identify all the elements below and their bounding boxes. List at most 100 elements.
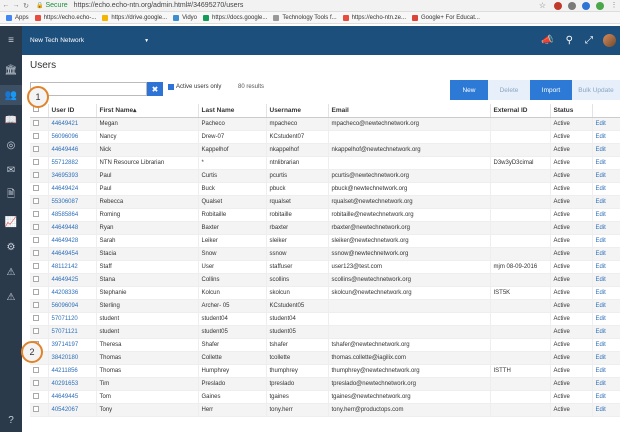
row-checkbox[interactable] (33, 327, 39, 334)
row-select-cell[interactable] (30, 364, 49, 378)
row-select-cell[interactable] (30, 247, 49, 261)
table-row[interactable]: 56096096 Nancy Drew-07 KCstudent07 Active Edi… (30, 130, 620, 144)
cell-user-id[interactable]: 44649421 (48, 117, 97, 131)
bookmark-star-icon[interactable]: ☆ (539, 1, 546, 10)
cell-user-id[interactable]: 55712882 (48, 156, 97, 170)
row-checkbox[interactable] (33, 288, 39, 295)
cell-user-id[interactable]: 44649424 (48, 182, 97, 196)
bookmark-docs[interactable]: https://docs.google... (203, 14, 267, 21)
cell-user-id[interactable]: 48585864 (48, 208, 97, 222)
hamburger-menu-icon[interactable]: ≡ (0, 30, 22, 50)
bookmark-vidyo[interactable]: Vidyo (173, 14, 197, 21)
row-checkbox[interactable] (33, 184, 39, 191)
cell-edit-link[interactable]: Edit (592, 208, 620, 222)
row-select-cell[interactable] (30, 234, 49, 248)
row-select-cell[interactable] (30, 169, 49, 183)
row-select-cell[interactable] (30, 156, 49, 170)
table-row[interactable]: 40291653 Tim Preslado tpreslado tpreslado@ne… (30, 377, 620, 391)
announcement-icon[interactable]: 📣 (541, 35, 553, 46)
cell-edit-link[interactable]: Edit (592, 273, 620, 287)
header-last-name[interactable]: Last Name (198, 104, 267, 118)
row-select-cell[interactable] (30, 208, 49, 222)
cell-user-id[interactable]: 44649428 (48, 234, 97, 248)
institution-icon[interactable]: 🏛 (0, 60, 22, 80)
row-checkbox[interactable] (33, 366, 39, 373)
row-checkbox[interactable] (33, 223, 39, 230)
active-users-toggle[interactable]: Active users only (168, 84, 221, 90)
row-select-cell[interactable] (30, 286, 49, 300)
bookmark-apps[interactable]: Apps (6, 14, 29, 21)
cell-edit-link[interactable]: Edit (592, 377, 620, 391)
row-checkbox[interactable] (33, 132, 39, 139)
table-row[interactable]: 38420180 Thomas Collette tcollette thomas.co… (30, 351, 620, 365)
cell-user-id[interactable]: 34695393 (48, 169, 97, 183)
extension-icon[interactable] (582, 2, 590, 10)
help-icon[interactable]: ? (0, 410, 22, 430)
new-button[interactable]: New (450, 80, 488, 100)
table-row[interactable]: 34695393 Paul Curtis pcurtis pcurtis@newtech… (30, 169, 620, 183)
menu-icon[interactable]: ⋮ (610, 1, 618, 9)
back-icon[interactable]: ← (2, 2, 10, 9)
cell-edit-link[interactable]: Edit (592, 364, 620, 378)
table-row[interactable]: 56096094 Sterling Archer- 05 KCstudent05 Act… (30, 299, 620, 313)
search-icon[interactable]: ⚲ (566, 35, 573, 46)
book-icon[interactable]: 📖 (0, 110, 22, 130)
cell-edit-link[interactable]: Edit (592, 221, 620, 235)
row-checkbox[interactable] (33, 262, 39, 269)
cell-user-id[interactable]: 56096096 (48, 130, 97, 144)
users-icon[interactable]: 👥 (0, 85, 22, 105)
row-select-cell[interactable] (30, 390, 49, 404)
extension-icon[interactable] (554, 2, 562, 10)
cell-edit-link[interactable]: Edit (592, 351, 620, 365)
forward-icon[interactable]: → (12, 2, 20, 9)
cell-edit-link[interactable]: Edit (592, 130, 620, 144)
row-select-cell[interactable] (30, 403, 49, 417)
cell-edit-link[interactable]: Edit (592, 156, 620, 170)
row-checkbox[interactable] (33, 145, 39, 152)
row-checkbox[interactable] (33, 158, 39, 165)
header-email[interactable]: Email (328, 104, 491, 118)
row-checkbox[interactable] (33, 301, 39, 308)
cell-edit-link[interactable]: Edit (592, 169, 620, 183)
bookmark-drive[interactable]: https://drive.google... (102, 14, 167, 21)
row-select-cell[interactable] (30, 117, 49, 131)
cell-edit-link[interactable]: Edit (592, 117, 620, 131)
cell-user-id[interactable]: 38420180 (48, 351, 97, 365)
table-row[interactable]: 57071120 student student04 student04 Active E… (30, 312, 620, 326)
table-row[interactable]: 44649428 Sarah Leiker sleiker sleiker@newtec… (30, 234, 620, 248)
row-checkbox[interactable] (33, 236, 39, 243)
cell-user-id[interactable]: 44649446 (48, 143, 97, 157)
header-status[interactable]: Status (550, 104, 593, 118)
network-selector[interactable]: New Tech Network ▼ (30, 37, 149, 44)
table-row[interactable]: 55712882 NTN Resource Librarian * ntnlibrar… (30, 156, 620, 170)
table-row[interactable]: 44211856 Thomas Humphrey thumphrey thumphrey… (30, 364, 620, 378)
cell-user-id[interactable]: 44649425 (48, 273, 97, 287)
cell-user-id[interactable]: 40542067 (48, 403, 97, 417)
table-row[interactable]: 40542067 Tony Herr tony.herr tony.herr@produ… (30, 403, 620, 417)
row-select-cell[interactable] (30, 221, 49, 235)
cell-user-id[interactable]: 44649454 (48, 247, 97, 261)
table-row[interactable]: 44208336 Stephanie Kolcun skolcun skolcun@ne… (30, 286, 620, 300)
settings-icon[interactable]: ⚙ (0, 237, 22, 257)
url-field[interactable]: https://echo.echo-ntn.org/admin.html#/34… (74, 2, 244, 9)
row-checkbox[interactable] (33, 171, 39, 178)
header-external-id[interactable]: External ID (490, 104, 551, 118)
table-row[interactable]: 44649445 Tom Gaines tgaines tgaines@newtechn… (30, 390, 620, 404)
cell-edit-link[interactable]: Edit (592, 260, 620, 274)
row-select-cell[interactable] (30, 260, 49, 274)
row-checkbox[interactable] (33, 405, 39, 412)
cell-user-id[interactable]: 44208336 (48, 286, 97, 300)
row-select-cell[interactable] (30, 325, 49, 339)
row-checkbox[interactable] (33, 210, 39, 217)
bulk-update-button[interactable]: Bulk Update (572, 80, 620, 100)
chart-icon[interactable]: 📈 (0, 212, 22, 232)
document-icon[interactable]: 🗎 (0, 185, 22, 205)
delete-button[interactable]: Delete (488, 80, 530, 100)
row-select-cell[interactable] (30, 273, 49, 287)
table-row[interactable]: 55306087 Rebecca Qualset rqualset rqualset@n… (30, 195, 620, 209)
cell-user-id[interactable]: 55306087 (48, 195, 97, 209)
table-row[interactable]: 48112142 Staff User staffuser user123@test.c… (30, 260, 620, 274)
cell-edit-link[interactable]: Edit (592, 195, 620, 209)
row-checkbox[interactable] (33, 197, 39, 204)
table-row[interactable]: 44649448 Ryan Baxter rbaxter rbaxter@newtech… (30, 221, 620, 235)
